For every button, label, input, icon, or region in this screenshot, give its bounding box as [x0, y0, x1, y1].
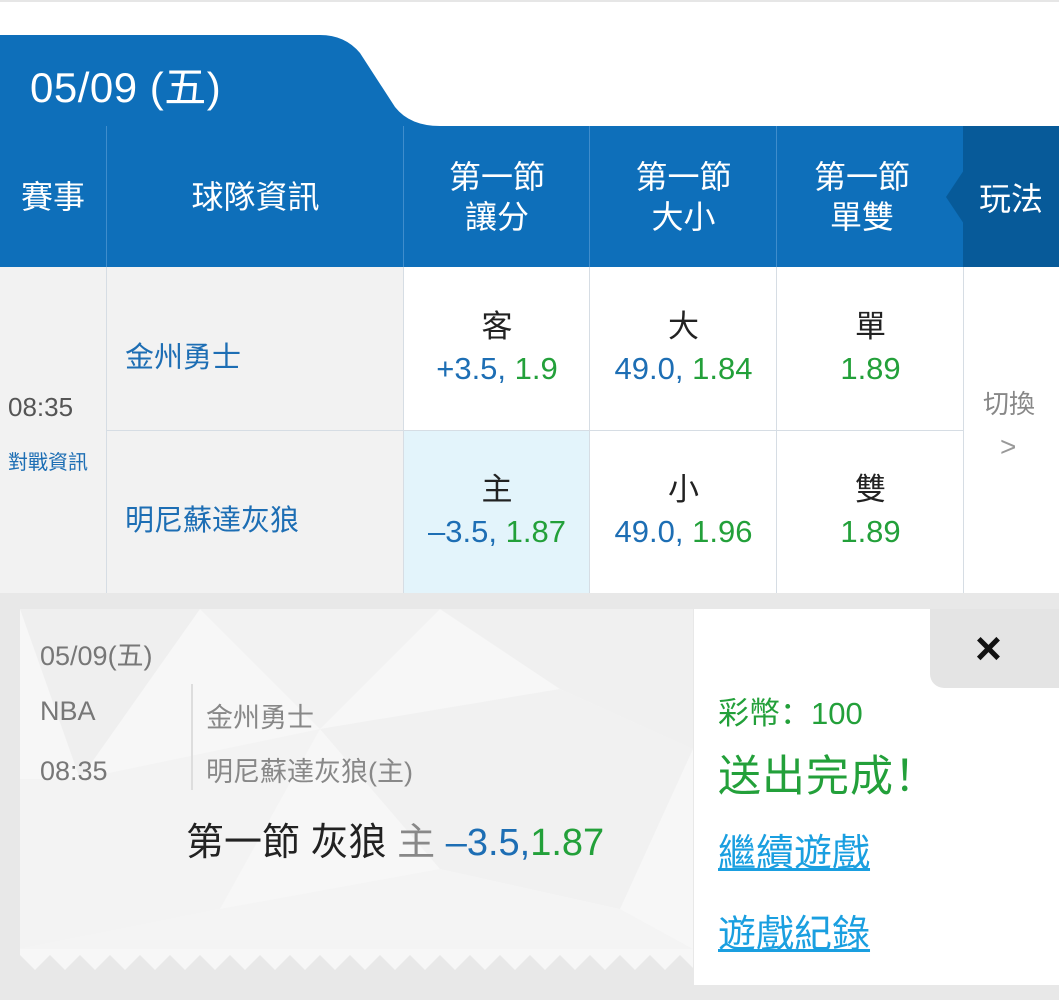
event-cell	[0, 267, 107, 593]
header-oddeven-line1: 第一節	[813, 158, 910, 195]
game-history-link[interactable]: 遊戲紀錄	[718, 903, 870, 958]
away-total-line: 49.0,	[614, 350, 684, 386]
away-spread-odds[interactable]: 客 +3.5, 1.9	[403, 267, 590, 430]
home-total-odds[interactable]: 小 49.0, 1.96	[589, 431, 777, 593]
home-oddeven-price: 1.89	[840, 514, 901, 549]
home-total-price: 1.96	[692, 514, 753, 549]
slip-league: NBA	[40, 696, 96, 726]
slip-date: 05/09(五)	[40, 641, 153, 671]
away-spread-line: +3.5,	[436, 350, 507, 386]
header-total-line1: 第一節	[635, 158, 732, 195]
away-oddeven-selection: 單	[855, 308, 886, 344]
header-total: 第一節 大小	[589, 126, 777, 267]
away-total-selection: 大	[668, 308, 699, 344]
header-spread: 第一節 讓分	[403, 126, 590, 267]
away-spread-selection: 客	[481, 308, 513, 344]
play-tab-arrow	[946, 170, 964, 224]
slip-bottom-strip	[0, 985, 1059, 1000]
coins-amount: 彩幣：100	[718, 696, 863, 731]
away-total-price: 1.84	[692, 350, 753, 386]
home-spread-selection: 主	[481, 472, 513, 507]
slip-away-team: 金州勇士	[206, 703, 314, 733]
top-divider	[0, 0, 1059, 2]
switch-label[interactable]: 切換	[983, 384, 1035, 421]
slip-bet-summary: 第一節 灰狼 主 –3.5,1.87	[186, 811, 604, 866]
home-oddeven-selection: 雙	[855, 472, 886, 507]
header-spread-line2: 讓分	[464, 198, 529, 235]
slip-time: 08:35	[40, 756, 108, 786]
home-spread-price: 1.87	[505, 514, 566, 549]
header-oddeven-line2: 單雙	[829, 198, 894, 235]
chevron-right-icon[interactable]: >	[1000, 431, 1016, 463]
header-oddeven: 第一節 單雙	[776, 126, 947, 267]
away-total-odds[interactable]: 大 49.0, 1.84	[589, 267, 777, 430]
match-info-link[interactable]: 對戰資訊	[8, 446, 88, 475]
home-total-selection: 小	[668, 472, 699, 507]
table-header: 賽事 球隊資訊 第一節 讓分 第一節 大小 第一節 單雙 玩法	[0, 126, 1059, 267]
away-oddeven-odds[interactable]: 單 1.89	[776, 267, 964, 430]
away-oddeven-price: 1.89	[840, 350, 901, 386]
submit-complete-message: 送出完成！	[718, 753, 938, 801]
play-tab[interactable]: 玩法	[963, 126, 1059, 267]
home-total-line: 49.0,	[614, 514, 684, 549]
header-spread-line1: 第一節	[448, 158, 545, 195]
date-tab-label[interactable]: 05/09 (五)	[30, 54, 221, 115]
row-divider	[107, 430, 963, 431]
slip-divider	[191, 684, 193, 790]
slip-home-team: 明尼蘇達灰狼(主)	[206, 757, 413, 787]
home-spread-odds[interactable]: 主 –3.5, 1.87	[403, 431, 590, 593]
home-team-name[interactable]: 明尼蘇達灰狼	[125, 497, 299, 539]
slip-bet-line: –3.5,	[445, 822, 531, 864]
home-spread-line: –3.5,	[428, 514, 497, 549]
away-team-name[interactable]: 金州勇士	[125, 334, 241, 376]
play-tab-label: 玩法	[978, 180, 1043, 217]
slip-bet-odds: 1.87	[530, 822, 605, 864]
home-oddeven-odds[interactable]: 雙 1.89	[776, 431, 964, 593]
slip-bet-side: 主	[397, 822, 436, 864]
header-team-info: 球隊資訊	[106, 126, 404, 267]
away-spread-price: 1.9	[514, 350, 558, 386]
header-total-line2: 大小	[651, 198, 716, 235]
header-event: 賽事	[20, 178, 85, 215]
switch-column[interactable]	[963, 267, 1059, 593]
continue-game-link[interactable]: 繼續遊戲	[718, 822, 870, 877]
slip-bet-period: 第一節 灰狼	[186, 822, 387, 864]
match-time: 08:35	[8, 392, 74, 422]
close-icon[interactable]: ×	[975, 620, 1002, 676]
match-rows: 客 +3.5, 1.9 大 49.0, 1.84 單 1.89 主 –3.5, …	[0, 267, 1059, 593]
